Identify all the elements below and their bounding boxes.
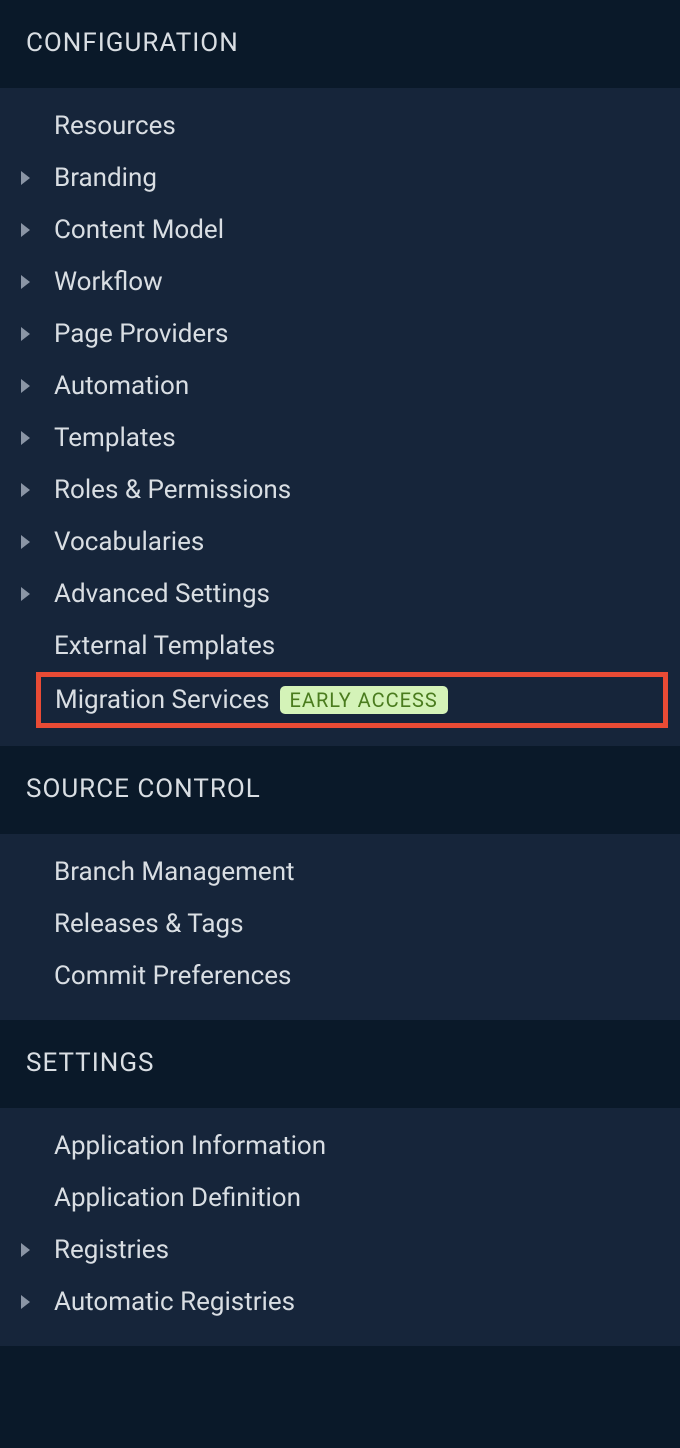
expand-spacer: [18, 119, 32, 133]
section-items-source-control: Branch Management Releases & Tags Commit…: [0, 834, 680, 1020]
expand-icon[interactable]: [18, 327, 32, 341]
expand-spacer: [18, 969, 32, 983]
expand-icon[interactable]: [18, 1243, 32, 1257]
nav-item-automation[interactable]: Automation: [0, 360, 680, 412]
nav-item-branch-management[interactable]: Branch Management: [0, 846, 680, 898]
nav-item-application-information[interactable]: Application Information: [0, 1120, 680, 1172]
nav-item-content-model[interactable]: Content Model: [0, 204, 680, 256]
expand-spacer: [18, 1139, 32, 1153]
nav-item-label: Resources: [54, 111, 176, 141]
triangle-right-icon: [21, 1295, 30, 1309]
section-header-configuration: CONFIGURATION: [0, 0, 680, 88]
triangle-right-icon: [21, 483, 30, 497]
section-header-source-control: SOURCE CONTROL: [0, 746, 680, 834]
nav-item-label: Automatic Registries: [54, 1287, 295, 1317]
nav-item-label: Branch Management: [54, 857, 295, 887]
expand-icon[interactable]: [18, 275, 32, 289]
nav-item-label: External Templates: [54, 631, 275, 661]
expand-icon[interactable]: [18, 535, 32, 549]
nav-item-migration-services[interactable]: Migration Services EARLY ACCESS: [36, 672, 668, 728]
expand-spacer: [18, 917, 32, 931]
nav-item-label: Vocabularies: [54, 527, 204, 557]
nav-item-label: Automation: [54, 371, 189, 401]
nav-item-releases-tags[interactable]: Releases & Tags: [0, 898, 680, 950]
section-title: CONFIGURATION: [26, 28, 239, 58]
nav-item-label: Roles & Permissions: [54, 475, 291, 505]
nav-item-workflow[interactable]: Workflow: [0, 256, 680, 308]
nav-item-automatic-registries[interactable]: Automatic Registries: [0, 1276, 680, 1328]
expand-icon[interactable]: [18, 379, 32, 393]
nav-item-advanced-settings[interactable]: Advanced Settings: [0, 568, 680, 620]
expand-icon[interactable]: [18, 431, 32, 445]
nav-item-label: Commit Preferences: [54, 961, 291, 991]
nav-item-branding[interactable]: Branding: [0, 152, 680, 204]
expand-spacer: [18, 865, 32, 879]
triangle-right-icon: [21, 223, 30, 237]
nav-item-label: Application Information: [54, 1131, 326, 1161]
nav-item-label: Releases & Tags: [54, 909, 244, 939]
triangle-right-icon: [21, 379, 30, 393]
nav-item-label: Branding: [54, 163, 157, 193]
nav-item-label: Workflow: [54, 267, 163, 297]
expand-spacer: [18, 639, 32, 653]
nav-item-label: Registries: [54, 1235, 169, 1265]
nav-item-label: Application Definition: [54, 1183, 301, 1213]
expand-icon[interactable]: [18, 171, 32, 185]
section-title: SETTINGS: [26, 1048, 154, 1078]
nav-item-application-definition[interactable]: Application Definition: [0, 1172, 680, 1224]
nav-item-label: Advanced Settings: [54, 579, 270, 609]
expand-icon[interactable]: [18, 483, 32, 497]
nav-item-external-templates[interactable]: External Templates: [0, 620, 680, 672]
expand-icon[interactable]: [18, 587, 32, 601]
nav-item-roles-permissions[interactable]: Roles & Permissions: [0, 464, 680, 516]
triangle-right-icon: [21, 431, 30, 445]
nav-item-resources[interactable]: Resources: [0, 100, 680, 152]
section-title: SOURCE CONTROL: [26, 774, 261, 804]
section-items-configuration: Resources Branding Content Model Workflo…: [0, 88, 680, 746]
early-access-badge: EARLY ACCESS: [280, 686, 448, 714]
triangle-right-icon: [21, 171, 30, 185]
nav-item-label: Templates: [54, 423, 176, 453]
expand-spacer: [18, 1191, 32, 1205]
nav-item-page-providers[interactable]: Page Providers: [0, 308, 680, 360]
nav-item-registries[interactable]: Registries: [0, 1224, 680, 1276]
nav-item-label: Page Providers: [54, 319, 228, 349]
section-items-settings: Application Information Application Defi…: [0, 1108, 680, 1346]
nav-item-commit-preferences[interactable]: Commit Preferences: [0, 950, 680, 1002]
expand-icon[interactable]: [18, 223, 32, 237]
section-header-settings: SETTINGS: [0, 1020, 680, 1108]
expand-icon[interactable]: [18, 1295, 32, 1309]
nav-item-label: Migration Services: [55, 685, 270, 715]
triangle-right-icon: [21, 587, 30, 601]
nav-item-vocabularies[interactable]: Vocabularies: [0, 516, 680, 568]
triangle-right-icon: [21, 275, 30, 289]
triangle-right-icon: [21, 1243, 30, 1257]
triangle-right-icon: [21, 327, 30, 341]
nav-item-label: Content Model: [54, 215, 224, 245]
nav-item-templates[interactable]: Templates: [0, 412, 680, 464]
triangle-right-icon: [21, 535, 30, 549]
